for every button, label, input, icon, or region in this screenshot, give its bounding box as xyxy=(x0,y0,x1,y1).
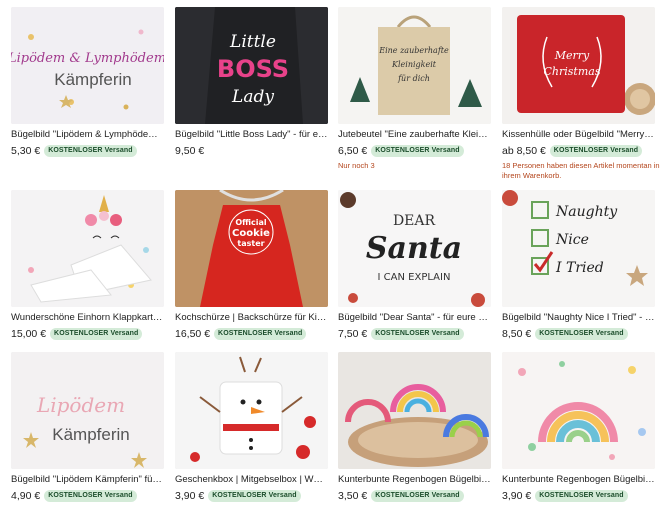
image-text: Kämpferin xyxy=(54,70,131,89)
product-title[interactable]: Bügelbild "Lipödem Kämpferin" für deine … xyxy=(11,473,164,486)
free-shipping-badge: KOSTENLOSER Versand xyxy=(208,490,301,502)
image-text: Kämpferin xyxy=(52,425,129,444)
product-image[interactable] xyxy=(502,352,655,469)
product-title[interactable]: Wunderschöne Einhorn Klappkarte Einladi… xyxy=(11,311,164,324)
image-text: taster xyxy=(237,239,264,248)
image-text: Christmas xyxy=(544,65,601,78)
image-text: Naughty xyxy=(555,204,618,220)
product-title[interactable]: Bügelbild "Naughty Nice I Tried" - für e… xyxy=(502,311,655,324)
image-text: Cookie xyxy=(232,228,270,239)
product-image[interactable]: Little BOSS Lady xyxy=(175,7,328,124)
image-text: BOSS xyxy=(217,55,289,83)
product-image[interactable]: Merry Christmas xyxy=(502,7,655,124)
product-title[interactable]: Kissenhülle oder Bügelbild "Merry Christ… xyxy=(502,128,655,141)
image-text: Official xyxy=(235,218,267,227)
image-text: Merry xyxy=(554,49,590,62)
stock-note: Nur noch 3 xyxy=(338,161,375,170)
product-title[interactable]: Bügelbild "Lipödem & Lymphödem Kämpf… xyxy=(11,128,164,141)
product-price: ab 8,50 € xyxy=(502,145,546,157)
product-image[interactable]: Lipödem & Lymphödem Kämpferin xyxy=(11,7,164,124)
product-title[interactable]: Kunterbunte Regenbogen Bügelbilder | B… xyxy=(338,473,491,486)
image-text: Lipödem xyxy=(36,393,125,417)
free-shipping-badge: KOSTENLOSER Versand xyxy=(535,328,628,340)
free-shipping-badge: KOSTENLOSER Versand xyxy=(371,328,464,340)
product-image[interactable] xyxy=(11,190,164,307)
product-title[interactable]: Kunterbunte Regenbogen Bügelbilder | B… xyxy=(502,473,655,486)
product-image[interactable] xyxy=(175,352,328,469)
image-text: Little xyxy=(229,32,276,52)
product-title[interactable]: Bügelbild "Little Boss Lady" - für eure … xyxy=(175,128,328,141)
product-price: 16,50 € xyxy=(175,328,211,340)
product-price: 15,00 € xyxy=(11,328,47,340)
free-shipping-badge: KOSTENLOSER Versand xyxy=(214,328,307,340)
image-text: Kleinigkeit xyxy=(391,60,437,69)
product-price: 9,50 € xyxy=(175,145,205,157)
product-title[interactable]: Kochschürze | Backschürze für Kinder - P… xyxy=(175,311,328,324)
image-text: Eine zauberhafte xyxy=(378,46,449,55)
image-text: Lady xyxy=(231,87,274,107)
free-shipping-badge: KOSTENLOSER Versand xyxy=(535,490,628,502)
free-shipping-badge: KOSTENLOSER Versand xyxy=(371,490,464,502)
free-shipping-badge: KOSTENLOSER Versand xyxy=(44,145,137,157)
product-title[interactable]: Jutebeutel "Eine zauberhafte Kleinigkeit… xyxy=(338,128,491,141)
free-shipping-badge: KOSTENLOSER Versand xyxy=(371,145,464,157)
product-image[interactable]: Official Cookie taster xyxy=(175,190,328,307)
image-text: Santa xyxy=(366,231,462,266)
image-text: Lipödem & Lymphödem xyxy=(11,51,164,66)
product-price: 6,50 € xyxy=(338,145,368,157)
free-shipping-badge: KOSTENLOSER Versand xyxy=(549,145,643,157)
product-price: 3,90 € xyxy=(502,490,532,502)
cart-note: 18 Personen haben diesen Artikel momenta… xyxy=(502,161,660,180)
image-text: I CAN EXPLAIN xyxy=(378,272,451,283)
product-title[interactable]: Bügelbild "Dear Santa" - für eure Weihna… xyxy=(338,311,491,324)
product-image[interactable]: Eine zauberhafte Kleinigkeit für dich xyxy=(338,7,491,124)
product-image[interactable]: DEAR Santa I CAN EXPLAIN xyxy=(338,190,491,307)
free-shipping-badge: KOSTENLOSER Versand xyxy=(44,490,137,502)
product-price: 3,90 € xyxy=(175,490,205,502)
image-text: Nice xyxy=(555,232,589,248)
product-title[interactable]: Geschenkbox | Mitgebselbox | Weihnachts… xyxy=(175,473,328,486)
product-image[interactable] xyxy=(338,352,491,469)
image-text: für dich xyxy=(397,74,430,83)
product-image[interactable]: Naughty Nice I Tried xyxy=(502,190,655,307)
product-image[interactable]: Lipödem Kämpferin xyxy=(11,352,164,469)
image-text: DEAR xyxy=(393,213,436,229)
product-price: 7,50 € xyxy=(338,328,368,340)
product-price: 3,50 € xyxy=(338,490,368,502)
product-price: 4,90 € xyxy=(11,490,41,502)
product-price: 8,50 € xyxy=(502,328,532,340)
free-shipping-badge: KOSTENLOSER Versand xyxy=(50,328,143,340)
image-text: I Tried xyxy=(555,260,604,276)
product-price: 5,30 € xyxy=(11,145,41,157)
